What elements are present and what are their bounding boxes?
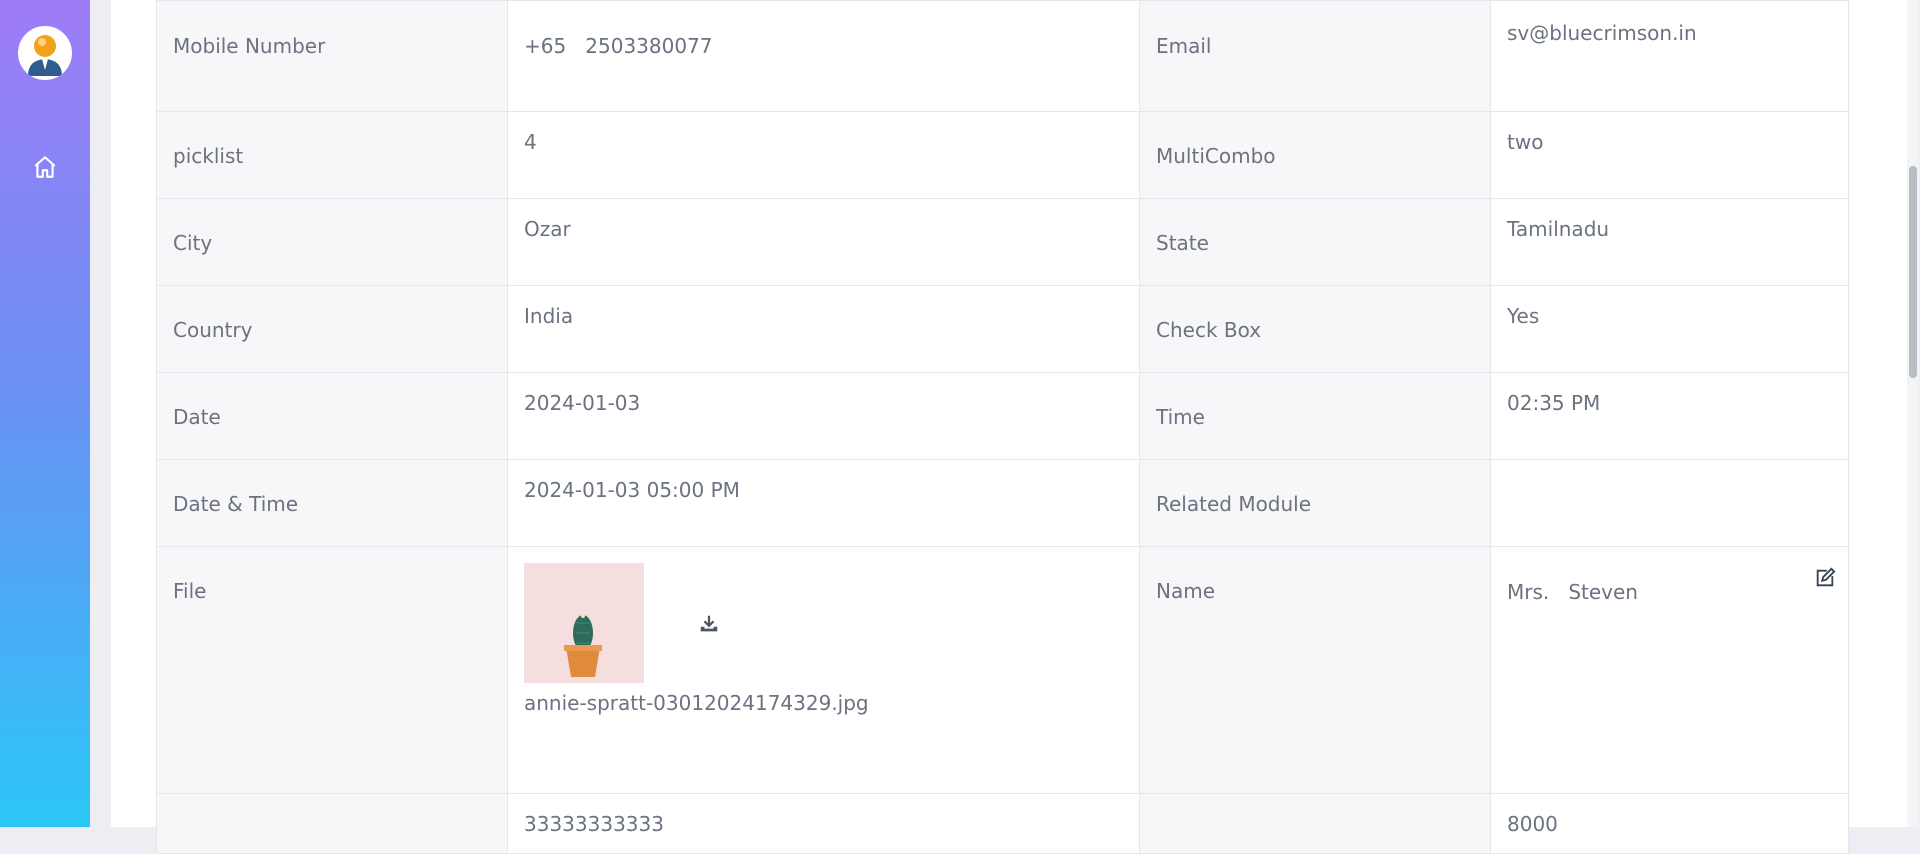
field-label: Country <box>173 318 253 342</box>
field-value: 2024-01-03 <box>524 391 641 415</box>
field-value: 2024-01-03 05:00 PM <box>524 478 740 502</box>
field-label: Check Box <box>1156 318 1262 342</box>
field-value: India <box>524 304 574 328</box>
download-icon[interactable] <box>698 613 720 635</box>
sidebar <box>0 0 90 827</box>
field-value: 8000 <box>1507 812 1558 836</box>
field-value: Mrs. Steven <box>1507 580 1638 604</box>
table-row: City Ozar State Tamilnadu <box>156 198 1849 286</box>
table-row: Mobile Number +65 2503380077 Email sv@bl… <box>156 0 1849 112</box>
field-label: Date & Time <box>173 492 299 516</box>
table-row: 33333333333 8000 <box>156 793 1849 854</box>
field-value: two <box>1507 130 1544 154</box>
field-label: Time <box>1156 405 1205 429</box>
field-value: +65 2503380077 <box>524 34 713 58</box>
table-row-file: File annie-spratt-03012024174329.jpg Nam… <box>156 546 1849 794</box>
user-avatar[interactable] <box>18 26 72 80</box>
field-label: Email <box>1156 34 1212 58</box>
home-icon[interactable] <box>32 154 58 180</box>
field-label: MultiCombo <box>1156 144 1276 168</box>
file-name[interactable]: annie-spratt-03012024174329.jpg <box>524 691 1123 715</box>
field-label: Date <box>173 405 221 429</box>
field-value: Tamilnadu <box>1507 217 1610 241</box>
table-row: Country India Check Box Yes <box>156 285 1849 373</box>
edit-icon[interactable] <box>1814 567 1836 589</box>
field-value: 02:35 PM <box>1507 391 1601 415</box>
record-detail-table: Mobile Number +65 2503380077 Email sv@bl… <box>156 0 1849 854</box>
table-row: Date & Time 2024-01-03 05:00 PM Related … <box>156 459 1849 547</box>
field-label: Related Module <box>1156 492 1312 516</box>
table-row: picklist 4 MultiCombo two <box>156 111 1849 199</box>
field-label: File <box>173 579 207 603</box>
scrollbar-thumb[interactable] <box>1909 166 1917 378</box>
field-label: State <box>1156 231 1209 255</box>
field-value: Ozar <box>524 217 571 241</box>
field-label: Mobile Number <box>173 34 326 58</box>
field-value: Yes <box>1507 304 1540 328</box>
scrollbar[interactable] <box>1907 0 1919 827</box>
field-value: 4 <box>524 130 537 154</box>
field-value: sv@bluecrimson.in <box>1507 21 1697 45</box>
field-label: City <box>173 231 213 255</box>
table-row: Date 2024-01-03 Time 02:35 PM <box>156 372 1849 460</box>
field-label: picklist <box>173 144 244 168</box>
file-thumbnail[interactable] <box>524 563 644 683</box>
field-label: Name <box>1156 579 1216 603</box>
field-value: 33333333333 <box>524 812 664 836</box>
